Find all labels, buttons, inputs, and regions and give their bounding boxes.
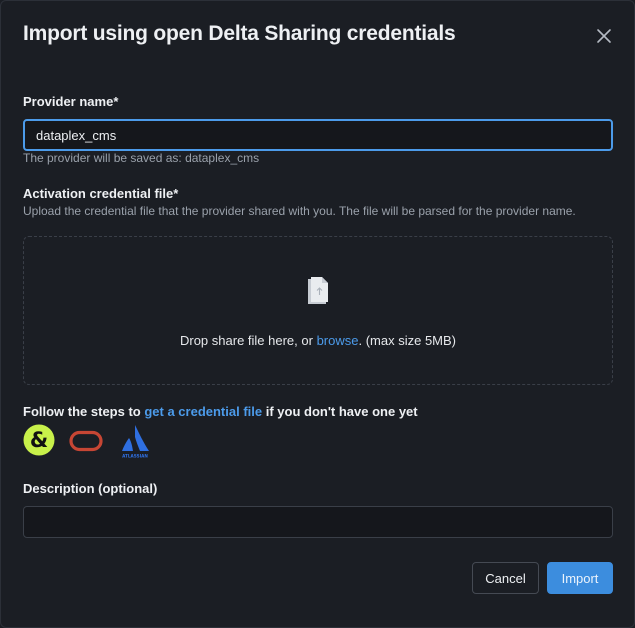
steps-prefix: Follow the steps to [23, 404, 145, 419]
dropzone-text: Drop share file here, or browse. (max si… [24, 333, 612, 348]
browse-link[interactable]: browse [317, 333, 359, 348]
drop-prefix: Drop share file here, or [179, 333, 317, 348]
drop-suffix: . (max size 5MB) [358, 333, 456, 348]
dialog-title: Import using open Delta Sharing credenti… [23, 22, 456, 45]
credential-file-label: Activation credential file* [23, 186, 179, 201]
steps-suffix: if you don't have one yet [262, 404, 418, 419]
atlassian-logo[interactable]: ATLASSIAN [119, 424, 153, 465]
provider-name-input[interactable] [23, 119, 613, 151]
credential-steps-text: Follow the steps to get a credential fil… [23, 404, 418, 419]
import-button[interactable]: Import [547, 562, 613, 594]
svg-text:&: & [30, 428, 48, 452]
oracle-logo[interactable] [69, 430, 103, 457]
provider-name-help: The provider will be saved as: dataplex_… [23, 151, 260, 165]
credential-file-help: Upload the credential file that the prov… [23, 204, 576, 218]
file-dropzone[interactable]: Drop share file here, or browse. (max si… [23, 236, 613, 385]
cancel-button[interactable]: Cancel [472, 562, 539, 594]
description-label: Description (optional) [23, 481, 158, 496]
get-credential-file-link[interactable]: get a credential file [144, 404, 262, 419]
description-input[interactable] [23, 506, 613, 538]
atlassian-caption: ATLASSIAN [122, 454, 148, 459]
file-upload-icon [305, 275, 331, 312]
provider-name-label: Provider name* [23, 94, 119, 109]
close-icon[interactable] [593, 25, 615, 47]
ampersand-logo[interactable]: & [23, 424, 55, 461]
import-dialog: Import using open Delta Sharing credenti… [0, 0, 635, 628]
